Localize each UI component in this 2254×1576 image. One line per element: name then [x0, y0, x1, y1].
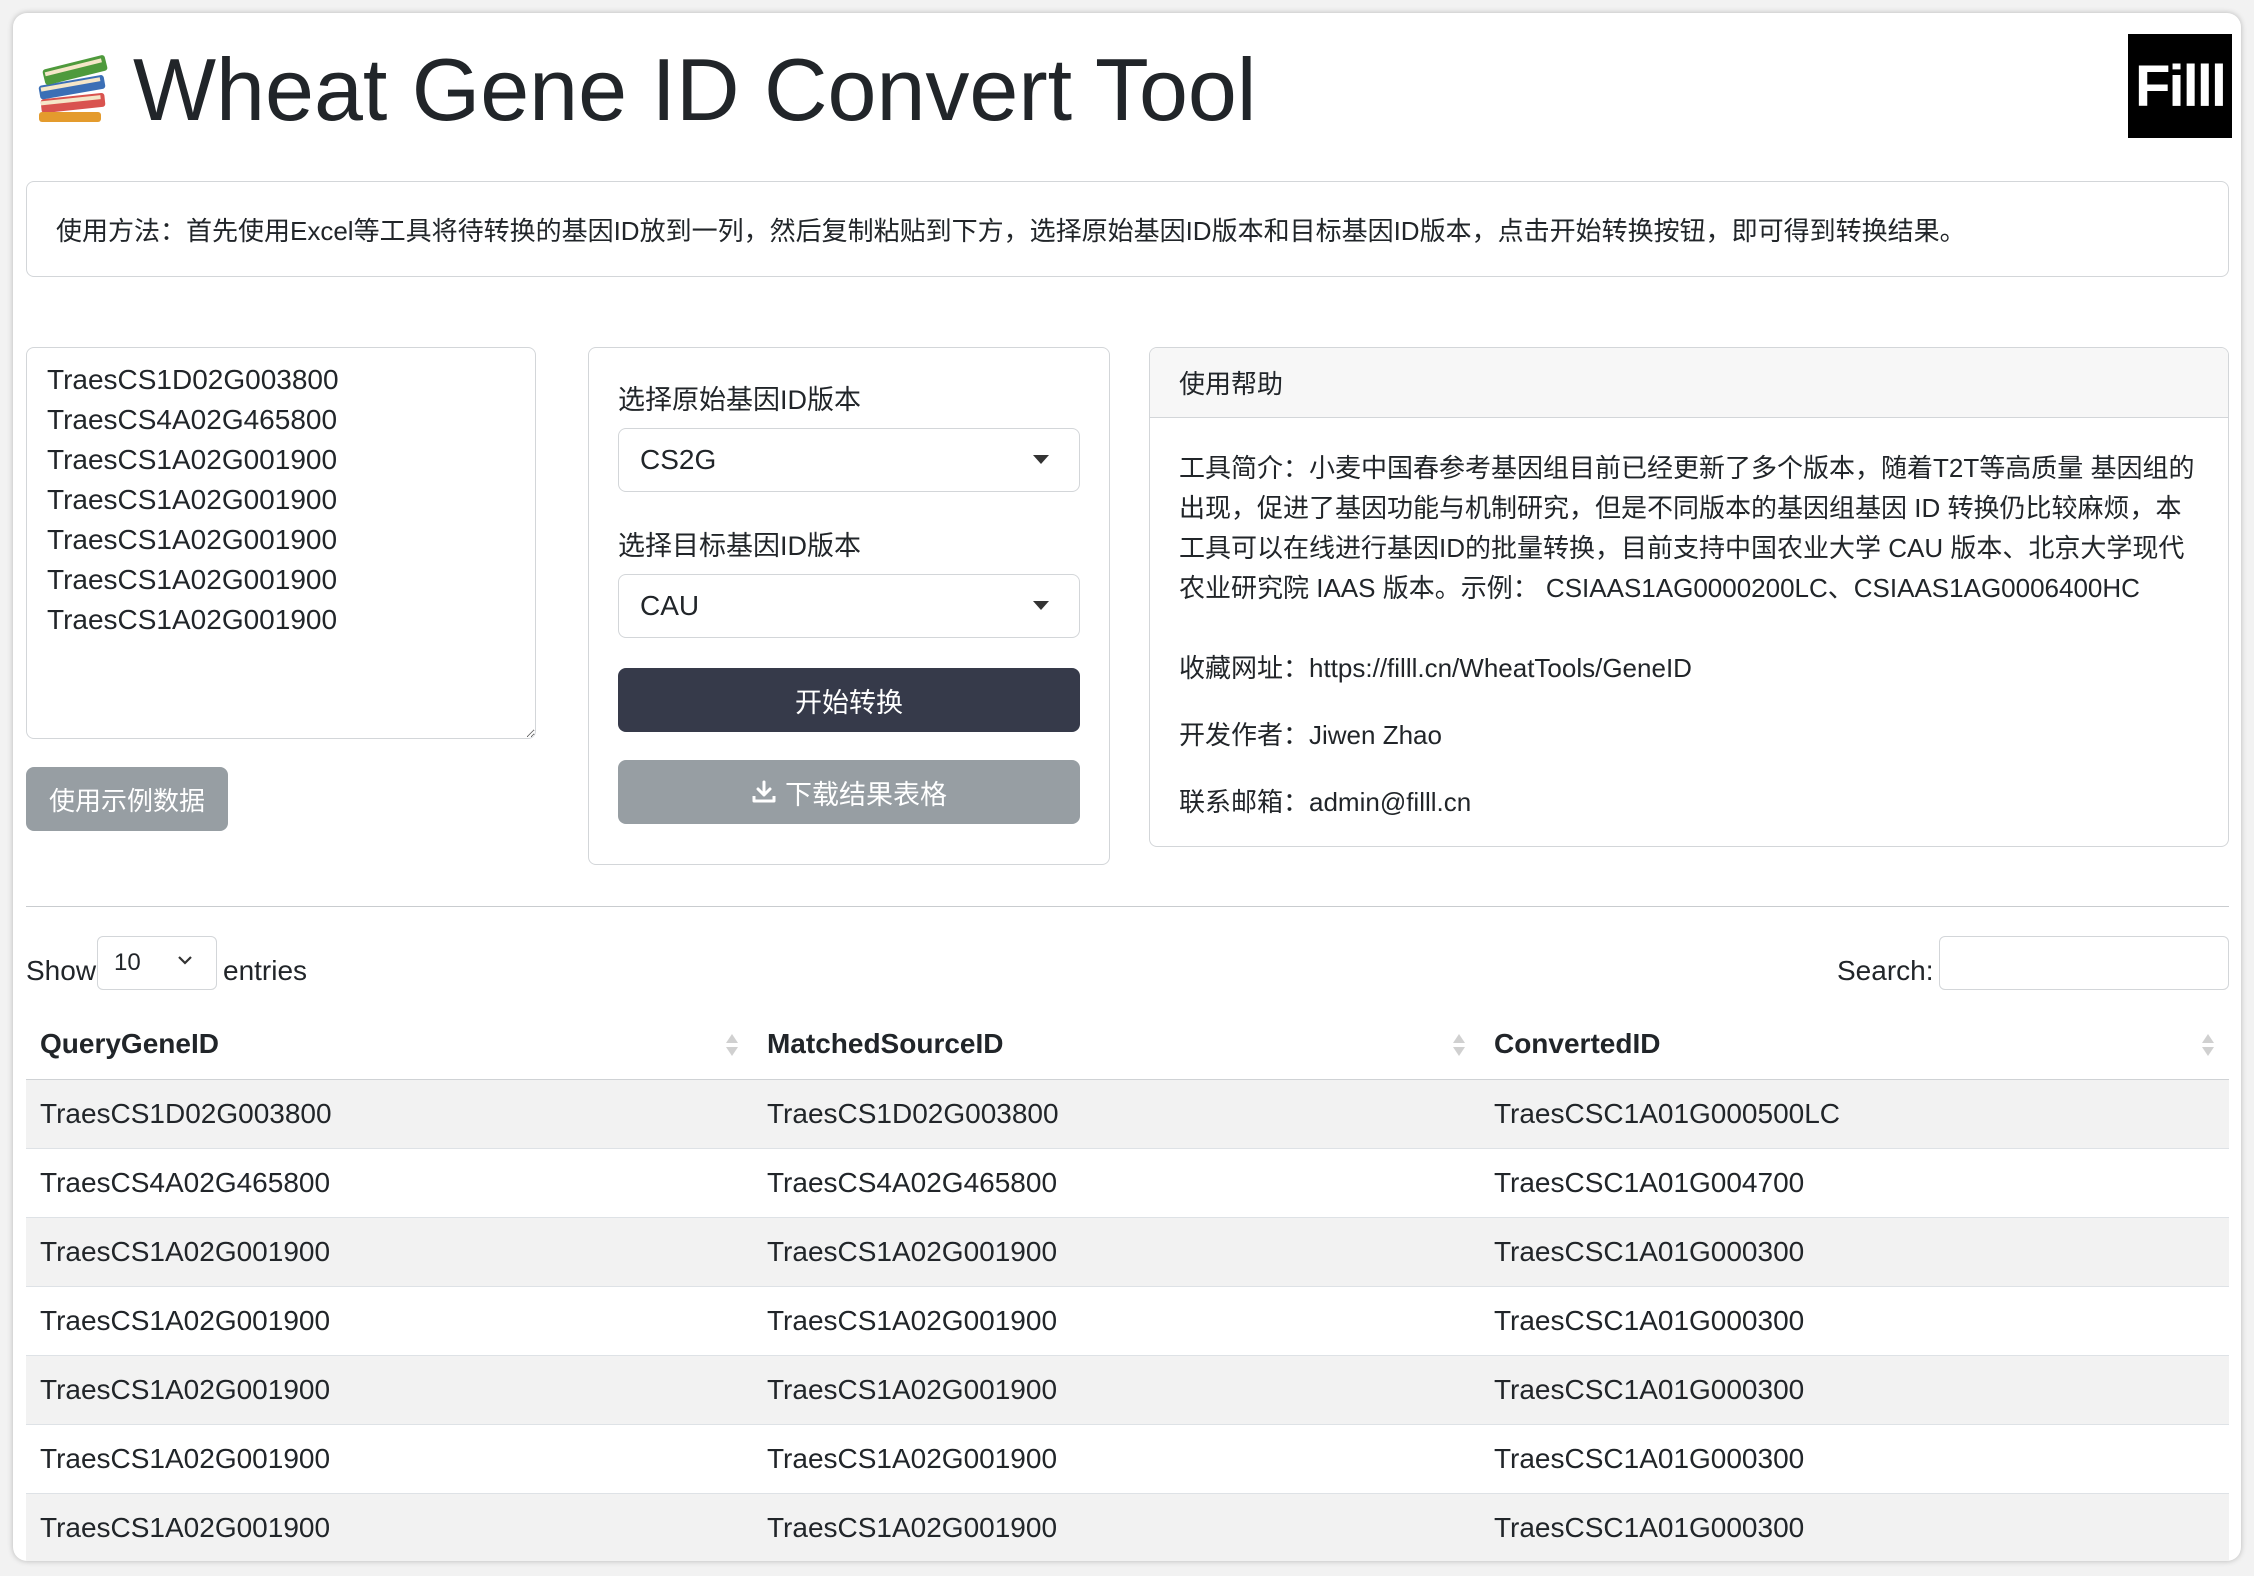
- results-table: QueryGeneID MatchedSourceID ConvertedID …: [26, 1009, 2229, 1561]
- cell-matched-id: TraesCS1A02G001900: [752, 1424, 1480, 1494]
- convert-card: 选择原始基因ID版本 CS2G 选择目标基因ID版本 CAU 开始转换 下载结果…: [588, 347, 1110, 865]
- entries-label: entries: [223, 955, 308, 986]
- search-input[interactable]: [1939, 936, 2229, 990]
- cell-matched-id: TraesCS1A02G001900: [752, 1286, 1480, 1356]
- app-page: Wheat Gene ID Convert Tool Filll 使用方法：首先…: [13, 13, 2241, 1561]
- sort-icon: [725, 1034, 738, 1056]
- cell-query-id: TraesCS1A02G001900: [26, 1424, 753, 1494]
- cell-matched-id: TraesCS1A02G001900: [752, 1217, 1480, 1287]
- table-row: TraesCS1A02G001900 TraesCS1A02G001900 Tr…: [26, 1217, 2229, 1287]
- cell-query-id: TraesCS1A02G001900: [26, 1286, 753, 1356]
- table-row: TraesCS1A02G001900 TraesCS1A02G001900 Tr…: [26, 1493, 2229, 1561]
- entries-length-value: 10: [114, 949, 141, 976]
- target-version-value: CAU: [640, 590, 700, 621]
- column-header-matched[interactable]: MatchedSourceID: [752, 1009, 1480, 1080]
- entries-length-select[interactable]: 10: [97, 936, 217, 990]
- download-results-button[interactable]: 下载结果表格: [618, 760, 1080, 824]
- table-header-row: QueryGeneID MatchedSourceID ConvertedID: [26, 1009, 2229, 1080]
- sort-icon: [2202, 1034, 2214, 1056]
- start-convert-button[interactable]: 开始转换: [618, 668, 1080, 732]
- download-results-label: 下载结果表格: [785, 779, 947, 810]
- cell-query-id: TraesCS4A02G465800: [26, 1148, 753, 1218]
- table-row: TraesCS4A02G465800 TraesCS4A02G465800 Tr…: [26, 1148, 2229, 1218]
- table-row: TraesCS1A02G001900 TraesCS1A02G001900 Tr…: [26, 1355, 2229, 1425]
- cell-converted-id: TraesCSC1A01G000500LC: [1479, 1079, 2229, 1149]
- table-row: TraesCS1D02G003800 TraesCS1D02G003800 Tr…: [26, 1079, 2229, 1149]
- cell-query-id: TraesCS1A02G001900: [26, 1217, 753, 1287]
- cell-converted-id: TraesCSC1A01G000300: [1479, 1286, 2229, 1356]
- target-version-select[interactable]: CAU: [618, 574, 1080, 638]
- help-card: 使用帮助 工具简介：小麦中国春参考基因组目前已经更新了多个版本，随着T2T等高质…: [1149, 347, 2229, 847]
- cell-converted-id: TraesCSC1A01G000300: [1479, 1355, 2229, 1425]
- search-label: Search:: [1837, 955, 1934, 986]
- help-url: 收藏网址：https://filll.cn/WheatTools/GeneID: [1179, 653, 1692, 683]
- cell-converted-id: TraesCSC1A01G000300: [1479, 1493, 2229, 1561]
- gene-id-input[interactable]: [26, 347, 536, 739]
- help-title: 使用帮助: [1150, 348, 2228, 418]
- brand-logo[interactable]: Filll: [2128, 34, 2232, 138]
- cell-matched-id: TraesCS1A02G001900: [752, 1355, 1480, 1425]
- column-header-label: QueryGeneID: [40, 1028, 219, 1059]
- cell-query-id: TraesCS1A02G001900: [26, 1355, 753, 1425]
- column-header-label: ConvertedID: [1493, 1028, 1661, 1059]
- show-label: Show: [26, 955, 97, 986]
- section-divider: [26, 906, 2229, 907]
- header: Wheat Gene ID Convert Tool Filll: [13, 13, 2241, 173]
- table-row: TraesCS1A02G001900 TraesCS1A02G001900 Tr…: [26, 1286, 2229, 1356]
- sort-icon: [1452, 1034, 1465, 1056]
- column-header-converted[interactable]: ConvertedID: [1479, 1009, 2229, 1080]
- cell-matched-id: TraesCS4A02G465800: [752, 1148, 1480, 1218]
- column-header-query[interactable]: QueryGeneID: [26, 1009, 753, 1080]
- cell-matched-id: TraesCS1D02G003800: [752, 1079, 1480, 1149]
- use-example-button[interactable]: 使用示例数据: [26, 767, 228, 831]
- source-version-select[interactable]: CS2G: [618, 428, 1080, 492]
- cell-converted-id: TraesCSC1A01G004700: [1479, 1148, 2229, 1218]
- help-author: 开发作者：Jiwen Zhao: [1179, 720, 1442, 750]
- caret-down-icon: [1033, 455, 1049, 464]
- column-header-label: MatchedSourceID: [766, 1028, 1004, 1059]
- table-row: TraesCS1A02G001900 TraesCS1A02G001900 Tr…: [26, 1424, 2229, 1494]
- download-icon: [752, 780, 776, 803]
- help-email: 联系邮箱：admin@filll.cn: [1179, 787, 1472, 817]
- cell-query-id: TraesCS1A02G001900: [26, 1493, 753, 1561]
- books-icon: [38, 55, 108, 122]
- source-version-label: 选择原始基因ID版本: [618, 385, 861, 415]
- cell-matched-id: TraesCS1A02G001900: [752, 1493, 1480, 1561]
- cell-converted-id: TraesCSC1A01G000300: [1479, 1424, 2229, 1494]
- cell-query-id: TraesCS1D02G003800: [26, 1079, 753, 1149]
- app-title: Wheat Gene ID Convert Tool: [133, 40, 1257, 139]
- target-version-label: 选择目标基因ID版本: [618, 531, 861, 561]
- usage-instructions: 使用方法：首先使用Excel等工具将待转换的基因ID放到一列，然后复制粘贴到下方…: [26, 181, 2229, 277]
- chevron-down-icon: [178, 956, 192, 965]
- source-version-value: CS2G: [640, 444, 717, 475]
- caret-down-icon: [1033, 601, 1049, 610]
- help-intro: 工具简介：小麦中国春参考基因组目前已经更新了多个版本，随着T2T等高质量 基因组…: [1179, 453, 2195, 603]
- cell-converted-id: TraesCSC1A01G000300: [1479, 1217, 2229, 1287]
